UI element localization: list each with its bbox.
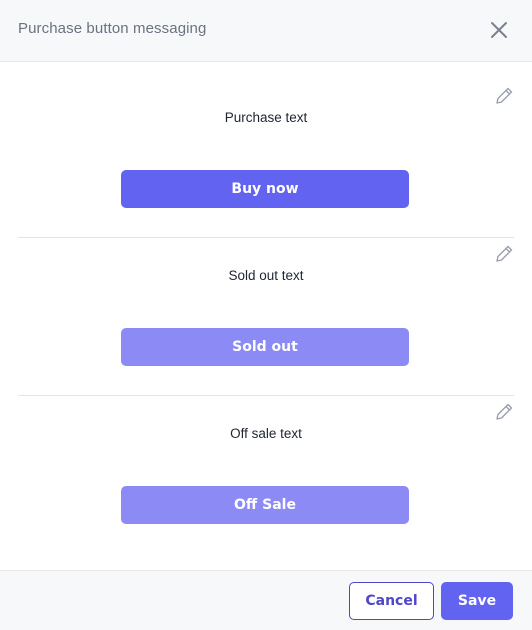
sold-out-text-section: Sold out text Sold out [18, 238, 514, 395]
purchase-button-messaging-modal: Purchase button messaging Purchase text … [0, 0, 532, 630]
sold-out-text-label: Sold out text [228, 268, 304, 283]
modal-title: Purchase button messaging [18, 20, 207, 37]
purchase-text-label: Purchase text [224, 110, 308, 125]
off-sale-preview-button[interactable]: Off Sale [121, 486, 409, 524]
modal-footer: Cancel Save [0, 570, 532, 630]
pencil-icon[interactable] [493, 85, 515, 107]
close-icon[interactable] [486, 17, 512, 43]
off-sale-text-section: Off sale text Off Sale [18, 396, 514, 570]
sold-out-preview-button[interactable]: Sold out [121, 328, 409, 366]
cancel-button[interactable]: Cancel [349, 582, 434, 620]
off-sale-text-label: Off sale text [230, 426, 302, 441]
pencil-icon[interactable] [493, 401, 515, 423]
pencil-icon[interactable] [493, 243, 515, 265]
save-button[interactable]: Save [441, 582, 513, 620]
modal-header: Purchase button messaging [0, 0, 532, 62]
purchase-text-section: Purchase text Buy now [18, 62, 514, 237]
buy-now-preview-button[interactable]: Buy now [121, 170, 409, 208]
